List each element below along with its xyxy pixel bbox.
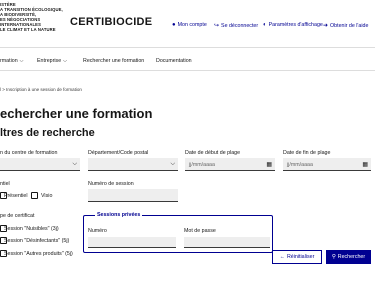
private-password-label: Mot de passe [184, 228, 216, 234]
nav-item-label: Documentation [156, 58, 192, 64]
visio-checkbox[interactable] [31, 192, 38, 199]
chevron-down-icon: ⌵ [19, 58, 24, 64]
end-date-label: Date de fin de plage [283, 150, 331, 156]
help-link[interactable]: ➜ Obtenir de l'aide [323, 22, 369, 30]
ministry-line: LE CLIMAT ET LA NATURE [0, 27, 56, 32]
logout-link-label: Se déconnecter [221, 22, 259, 29]
display-settings-label: Paramètres d'affichage [268, 22, 323, 28]
nav-item-search-training[interactable]: Rechercher une formation [83, 58, 144, 64]
nav-item-label: rmation [0, 58, 18, 64]
search-icon: ⚲ [331, 254, 336, 260]
user-icon: ● [172, 22, 176, 28]
chevron-down-icon: ⌵ [63, 58, 67, 64]
arrow-left-icon: ← [279, 254, 285, 260]
account-link-label: Mon compte [177, 22, 207, 28]
visio-label: Visio [41, 193, 53, 199]
center-input[interactable]: ⌵ [0, 158, 80, 171]
nav-item-formation[interactable]: rmation ⌵ [0, 58, 23, 64]
department-label: Département/Code postal [88, 150, 149, 156]
search-button[interactable]: ⚲ Rechercher [326, 250, 371, 264]
page-title: echercher une formation [0, 106, 153, 121]
settings-icon: ◐ [263, 22, 267, 28]
cert-nuisibles-label: Session "Nuisibles" (3j) [4, 226, 59, 232]
session-number-input[interactable] [88, 189, 178, 202]
reset-button[interactable]: ← Réinitialiser [272, 250, 322, 264]
end-date-placeholder: jj/mm/aaaa [287, 162, 313, 168]
logout-link[interactable]: ↪ Se déconnecter [214, 22, 259, 30]
presentiel-label: Présentiel [4, 193, 28, 199]
chevron-down-icon: ⌵ [170, 161, 175, 167]
display-settings-link[interactable]: ◐ Paramètres d'affichage [263, 22, 323, 28]
help-link-label: Obtenir de l'aide [330, 22, 369, 29]
private-number-input[interactable] [88, 237, 176, 248]
nav-divider [0, 70, 375, 71]
department-input[interactable]: ⌵ [88, 158, 178, 171]
logout-icon: ↪ [214, 23, 220, 29]
center-label: n du centre de formation [0, 150, 58, 156]
calendar-icon: ▦ [266, 162, 272, 168]
end-date-input[interactable]: jj/mm/aaaa ▦ [283, 158, 371, 171]
nav-item-entreprise[interactable]: Entreprise ⌵ [37, 58, 67, 64]
nav-item-documentation[interactable]: Documentation [156, 58, 192, 64]
mode-label: ntiel [0, 181, 10, 187]
calendar-icon: ▦ [362, 162, 368, 168]
private-password-input[interactable] [184, 237, 270, 248]
chevron-down-icon: ⌵ [72, 161, 77, 167]
breadcrumb[interactable]: l > Inscription à une session de formati… [0, 87, 82, 92]
header-divider [0, 47, 375, 48]
cert-desinfectants-label: Session "Désinfectants" (5j) [4, 238, 70, 244]
ministry-block: ISTÈRE A TRANSITION ÉCOLOGIQUE, A BIODIV… [0, 2, 70, 32]
start-date-label: Date de début de plage [185, 150, 241, 156]
nav-item-label: Entreprise [37, 58, 62, 64]
reset-button-label: Réinitialiser [286, 254, 315, 260]
start-date-input[interactable]: jj/mm/aaaa ▦ [185, 158, 275, 171]
session-number-label: Numéro de session [88, 181, 134, 187]
account-link[interactable]: ● Mon compte [172, 22, 207, 28]
cert-type-label: pe de certificat [0, 213, 35, 219]
search-button-label: Rechercher [337, 254, 366, 260]
help-icon: ➜ [323, 23, 329, 29]
nav-item-label: Rechercher une formation [83, 58, 145, 64]
private-sessions-legend: Sessions privées [95, 212, 143, 218]
filters-title: ltres de recherche [0, 127, 95, 139]
cert-autres-label: Session "Autres produits" (5j) [4, 251, 73, 257]
brand-title[interactable]: CERTIBIOCIDE [70, 16, 152, 28]
private-number-label: Numéro [88, 228, 107, 234]
start-date-placeholder: jj/mm/aaaa [189, 162, 215, 168]
